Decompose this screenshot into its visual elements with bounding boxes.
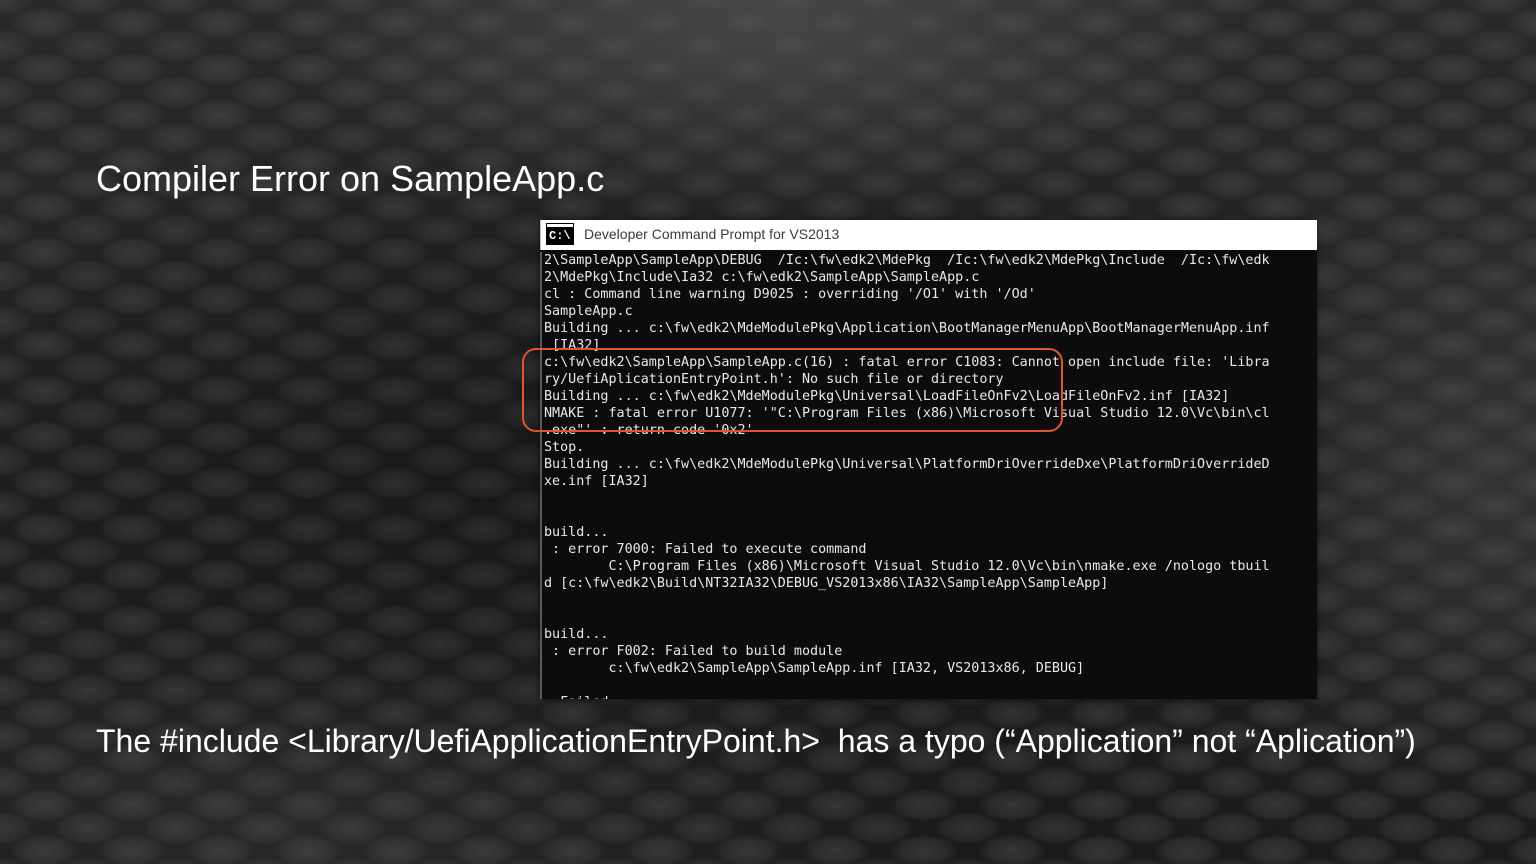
console-line: 2\MdePkg\Include\Ia32 c:\fw\edk2\SampleA… (544, 270, 980, 285)
console-line: : error 7000: Failed to execute command (544, 542, 867, 557)
console-line: : error F002: Failed to build module (544, 644, 843, 659)
command-prompt-icon-label: C:\ (549, 229, 571, 243)
icon-titlebar-strip (547, 224, 573, 228)
console-line: 2\SampleApp\SampleApp\DEBUG /Ic:\fw\edk2… (544, 253, 1270, 268)
command-prompt-icon[interactable]: C:\ (546, 223, 574, 245)
console-line: build... (544, 525, 609, 540)
window-titlebar[interactable]: C:\ Developer Command Prompt for VS2013 (540, 220, 1317, 250)
console-line: cl : Command line warning D9025 : overri… (544, 287, 1036, 302)
console-line: .exe"' : return code '0x2' (544, 423, 754, 438)
console-line: SampleApp.c (544, 304, 633, 319)
slide-footer-note: The #include <Library/UefiApplicationEnt… (96, 723, 1416, 759)
console-line: Building ... c:\fw\edk2\MdeModulePkg\Uni… (544, 457, 1270, 472)
console-line: d [c:\fw\edk2\Build\NT32IA32\DEBUG_VS201… (544, 576, 1109, 591)
console-line: c:\fw\edk2\SampleApp\SampleApp.c(16) : f… (544, 355, 1270, 370)
console-output[interactable]: 2\SampleApp\SampleApp\DEBUG /Ic:\fw\edk2… (540, 252, 1317, 699)
console-line: Building ... c:\fw\edk2\MdeModulePkg\Uni… (544, 389, 1230, 404)
console-line: NMAKE : fatal error U1077: '"C:\Program … (544, 406, 1270, 421)
console-line: [IA32] (544, 338, 601, 353)
slide: Compiler Error on SampleApp.c C:\ Develo… (0, 0, 1536, 864)
slide-title: Compiler Error on SampleApp.c (96, 158, 605, 199)
console-line: C:\Program Files (x86)\Microsoft Visual … (544, 559, 1270, 574)
console-line: build... (544, 627, 609, 642)
console-line: c:\fw\edk2\SampleApp\SampleApp.inf [IA32… (544, 661, 1085, 676)
command-prompt-window[interactable]: C:\ Developer Command Prompt for VS2013 … (540, 220, 1317, 699)
console-line: - Failed - (544, 694, 1317, 699)
console-line: xe.inf [IA32] (544, 474, 649, 489)
console-line: Building ... c:\fw\edk2\MdeModulePkg\App… (544, 321, 1270, 336)
window-title: Developer Command Prompt for VS2013 (584, 226, 840, 242)
console-line: ry/UefiAplicationEntryPoint.h': No such … (544, 372, 1004, 387)
console-line: Stop. (544, 440, 585, 455)
